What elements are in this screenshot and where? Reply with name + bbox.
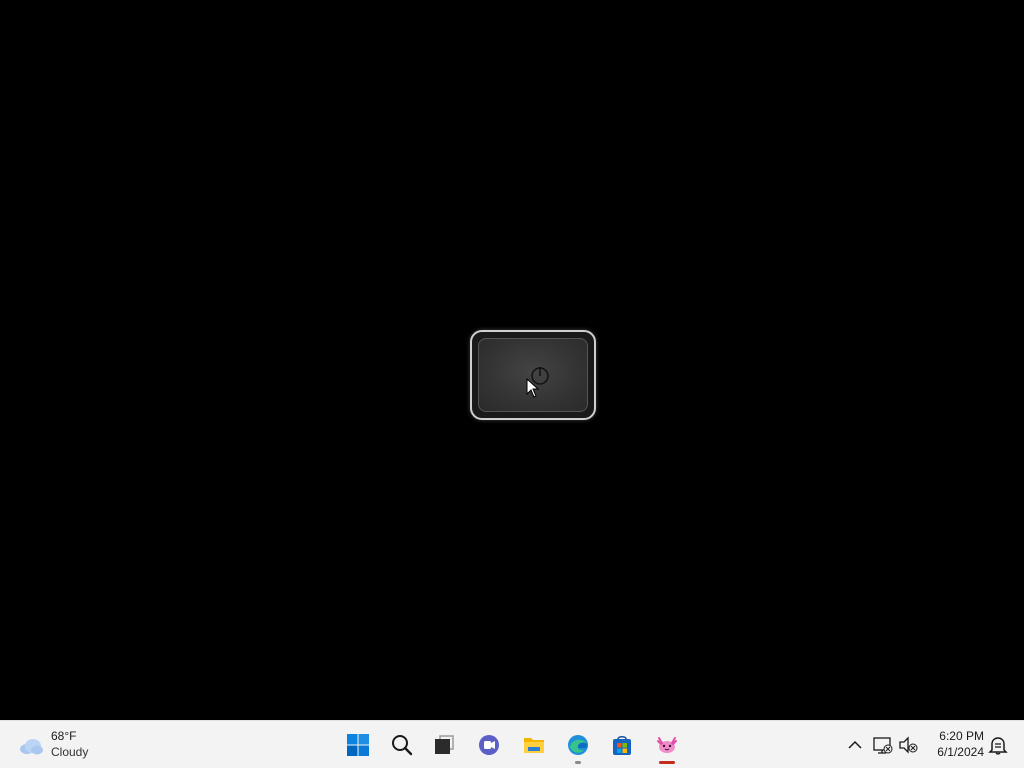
start-button[interactable] bbox=[338, 725, 378, 765]
axolotl-icon bbox=[657, 737, 677, 753]
app-window-surface[interactable] bbox=[478, 338, 588, 412]
store-icon bbox=[613, 736, 631, 755]
task-view-button[interactable] bbox=[424, 725, 464, 765]
chat-icon bbox=[479, 735, 499, 755]
weather-condition: Cloudy bbox=[51, 745, 89, 759]
desktop bbox=[0, 0, 1024, 720]
network-button[interactable] bbox=[870, 733, 894, 757]
folder-icon bbox=[524, 738, 544, 753]
cloud-icon bbox=[20, 739, 43, 755]
task-view-icon bbox=[435, 735, 454, 754]
volume-button[interactable] bbox=[896, 733, 920, 757]
weather-widget[interactable]: 68°F Cloudy bbox=[14, 727, 134, 763]
clock-time: 6:20 PM bbox=[939, 729, 984, 743]
notifications-button[interactable] bbox=[986, 733, 1010, 757]
app-window[interactable] bbox=[470, 330, 596, 420]
store-button[interactable] bbox=[602, 725, 642, 765]
taskbar: 68°F Cloudy 6:20 PM 6/1/2024 bbox=[0, 720, 1024, 768]
weather-temperature: 68°F bbox=[51, 729, 77, 743]
active-indicator bbox=[659, 761, 675, 764]
edge-button[interactable] bbox=[558, 725, 598, 765]
notification-icon bbox=[988, 737, 1008, 755]
show-hidden-icons-button[interactable] bbox=[843, 733, 867, 757]
clock[interactable]: 6:20 PM 6/1/2024 bbox=[924, 727, 988, 763]
search-icon bbox=[392, 735, 413, 756]
open-indicator bbox=[575, 761, 581, 764]
file-explorer-button[interactable] bbox=[514, 725, 554, 765]
network-icon bbox=[873, 737, 893, 754]
edge-icon bbox=[568, 735, 588, 755]
app-button[interactable] bbox=[647, 725, 687, 765]
volume-muted-icon bbox=[899, 736, 918, 754]
search-button[interactable] bbox=[382, 725, 422, 765]
windows-logo-icon bbox=[347, 734, 369, 756]
chat-button[interactable] bbox=[469, 725, 509, 765]
clock-date: 6/1/2024 bbox=[937, 745, 984, 759]
chevron-up-icon bbox=[848, 740, 862, 749]
mouse-cursor-icon bbox=[526, 378, 540, 398]
